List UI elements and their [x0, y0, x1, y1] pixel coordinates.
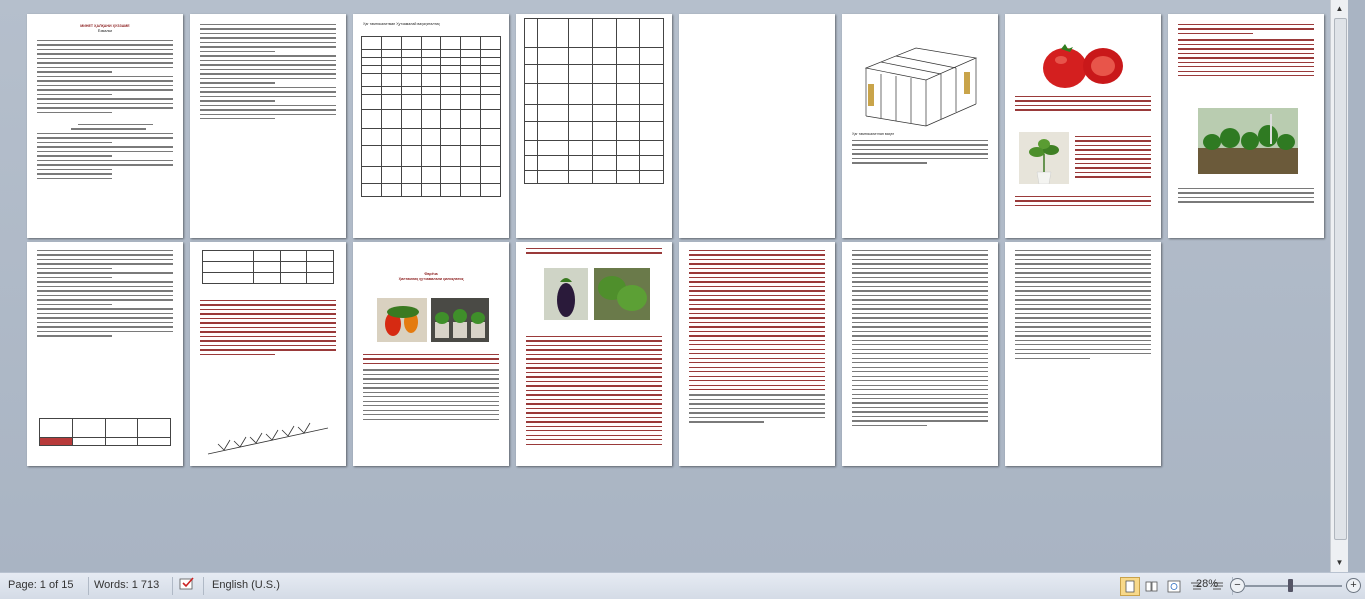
document-page-6[interactable]: Ҳаг тамтикалитлан ваҳат	[842, 14, 998, 238]
data-table	[39, 418, 171, 446]
document-page-7[interactable]	[1005, 14, 1161, 238]
document-page-14[interactable]	[842, 242, 998, 466]
zoom-slider-track[interactable]	[1244, 585, 1342, 587]
page-subheading: Ёзмалки	[97, 28, 113, 33]
language-indicator[interactable]: English (U.S.)	[212, 579, 280, 591]
word-count[interactable]: Words: 1 713	[94, 579, 159, 591]
table-heading: Ҳаг тамтикалитман Ҳутзамалай ваҳаҳиталти…	[363, 22, 440, 26]
proofing-icon[interactable]	[178, 576, 198, 597]
page-count[interactable]: Page: 1 of 15	[8, 579, 73, 591]
pepper-seedlings-photo	[431, 298, 489, 342]
zoom-slider-thumb[interactable]	[1288, 579, 1293, 592]
status-bar: Page: 1 of 15 Words: 1 713 English (U.S.…	[0, 572, 1365, 599]
document-page-5[interactable]	[679, 14, 835, 238]
scrollbar-thumb[interactable]	[1334, 18, 1347, 540]
document-page-11[interactable]: Фарёча Ҳилтамлиқ ҳутзамалали қилиқлатиқ	[353, 242, 509, 466]
scroll-up-icon[interactable]: ▲	[1333, 2, 1346, 15]
document-page-12[interactable]	[516, 242, 672, 466]
greenhouse-drawing	[864, 47, 978, 127]
figure-caption: Ҳаг тамтикалитлан ваҳат	[852, 132, 895, 136]
zoom-label[interactable]: 28%	[1196, 578, 1218, 590]
vertical-scrollbar[interactable]: ▲ ▼	[1330, 0, 1348, 572]
greenhouse-plants-photo	[1198, 108, 1298, 174]
planting-scheme-drawing	[207, 422, 329, 455]
seedling-photo	[1019, 132, 1069, 184]
document-page-3[interactable]: Ҳаг тамтикалитман Ҳутзамалай ваҳаҳиталти…	[353, 14, 509, 238]
full-screen-reading-view-button[interactable]	[1142, 577, 1162, 596]
tomato-photo	[1043, 44, 1123, 88]
eggplant-leaves-photo	[594, 268, 650, 320]
zoom-out-button[interactable]: −	[1230, 578, 1245, 593]
document-workspace[interactable]: МИНЕТ ҲАЛҚАНИ ҲУЗЗАМЕ Ёзмалки Ҳаг тамтик…	[0, 0, 1348, 572]
document-page-13[interactable]	[679, 242, 835, 466]
print-layout-view-button[interactable]	[1120, 577, 1140, 596]
page-subheading: Ҳилтамлиқ ҳутзамалали қилиқлатиқ	[398, 276, 464, 281]
document-page-10[interactable]	[190, 242, 346, 466]
pepper-photo	[377, 298, 427, 342]
data-table	[361, 36, 501, 197]
web-layout-view-button[interactable]	[1164, 577, 1184, 596]
document-page-15[interactable]	[1005, 242, 1161, 466]
document-page-9[interactable]	[27, 242, 183, 466]
data-table	[524, 18, 664, 184]
eggplant-photo	[544, 268, 588, 320]
data-table	[202, 250, 334, 284]
document-page-8[interactable]	[1168, 14, 1324, 238]
document-page-4[interactable]	[516, 14, 672, 238]
zoom-in-button[interactable]: +	[1346, 578, 1361, 593]
document-page-1[interactable]: МИНЕТ ҲАЛҚАНИ ҲУЗЗАМЕ Ёзмалки	[27, 14, 183, 238]
document-page-2[interactable]	[190, 14, 346, 238]
scroll-down-icon[interactable]: ▼	[1333, 556, 1346, 569]
